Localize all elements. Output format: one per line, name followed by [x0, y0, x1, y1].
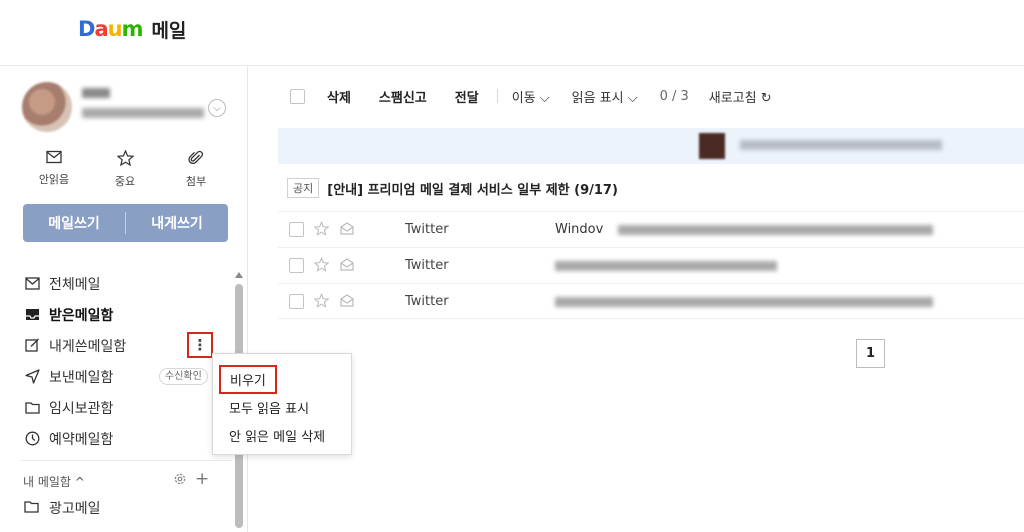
- compose-area: 메일쓰기 내게쓰기: [23, 204, 228, 242]
- sidebar: ⌵ 안읽음 중요 첨부 메일쓰기 내게쓰기 전체메일 받은메일함 내게쓴메일함 …: [0, 66, 248, 532]
- notice-row[interactable]: 공지 [안내] 프리미엄 메일 결제 서비스 일부 제한 (9/17): [287, 176, 618, 200]
- write-mail-button[interactable]: 메일쓰기: [23, 213, 125, 233]
- envelope-icon: [340, 294, 354, 307]
- row-checkbox[interactable]: [289, 258, 304, 273]
- mail-toolbar: 삭제 스팸신고 전달 이동 ⌵ 읽음 표시 ⌵ 0 / 3 새로고침 ↻: [278, 80, 1018, 112]
- folder-context-menu: 비우기 모두 읽음 표시 안 읽은 메일 삭제: [212, 353, 352, 455]
- envelope-icon: [340, 258, 354, 271]
- folder-label: 내게쓴메일함: [49, 338, 127, 355]
- message-subject: Windov: [555, 222, 604, 237]
- send-icon: [24, 369, 40, 385]
- quick-filter-attachment[interactable]: 첨부: [164, 150, 228, 190]
- message-list: Twitter Windov Twitter Twitter: [278, 211, 1024, 319]
- my-mailbox-label: 내 메일함 ^: [23, 474, 85, 489]
- folder-icon: [24, 500, 40, 516]
- envelope-icon: [340, 222, 354, 235]
- subject-blurred: [555, 261, 777, 271]
- folder-inbox[interactable]: 받은메일함: [24, 299, 234, 330]
- scroll-up-arrow-icon[interactable]: [235, 272, 243, 278]
- logo-letter: u: [107, 17, 123, 41]
- message-sender: Twitter: [405, 222, 449, 237]
- menu-item-mark-all-read[interactable]: 모두 읽음 표시: [229, 398, 309, 417]
- chevron-down-icon[interactable]: ⌵: [208, 99, 226, 117]
- quick-filter-label: 첨부: [185, 175, 207, 188]
- edit-icon: [24, 338, 40, 354]
- notice-title: [안내] 프리미엄 메일 결제 서비스 일부 제한 (9/17): [327, 182, 618, 198]
- folder-all-mail[interactable]: 전체메일: [24, 268, 234, 299]
- folder-label: 전체메일: [49, 276, 101, 293]
- folder-more-button[interactable]: ⋮: [187, 332, 213, 358]
- folder-ads[interactable]: 광고메일: [24, 494, 101, 522]
- daum-wordmark: Daum: [78, 17, 144, 41]
- quick-filter-label: 안읽음: [38, 173, 70, 186]
- top-header: Daum 메일: [0, 0, 1024, 66]
- logo-letter: D: [78, 17, 95, 41]
- message-sender: Twitter: [405, 294, 449, 309]
- folder-label: 보낸메일함: [49, 369, 114, 386]
- folder-self-mail[interactable]: 내게쓴메일함 ⋮: [24, 330, 234, 361]
- message-row[interactable]: Twitter: [278, 283, 1024, 319]
- move-dropdown[interactable]: 이동 ⌵: [512, 87, 550, 106]
- quick-filter-unread[interactable]: 안읽음: [22, 150, 86, 190]
- menu-item-empty[interactable]: 비우기: [219, 365, 277, 394]
- forward-button[interactable]: 전달: [455, 87, 479, 106]
- my-mailbox-header[interactable]: 내 메일함 ^ +: [23, 469, 213, 491]
- subject-blurred: [555, 297, 933, 307]
- selection-count: 0 / 3: [659, 88, 689, 104]
- folder-icon: [24, 400, 40, 416]
- spam-report-button[interactable]: 스팸신고: [379, 87, 427, 106]
- mark-read-dropdown[interactable]: 읽음 표시 ⌵: [572, 87, 638, 106]
- delete-button[interactable]: 삭제: [327, 87, 351, 106]
- star-icon: [116, 150, 134, 166]
- banner-thumbnail: [699, 133, 725, 159]
- clock-icon: [24, 431, 40, 447]
- inbox-icon: [24, 307, 40, 323]
- menu-item-delete-unread[interactable]: 안 읽은 메일 삭제: [229, 426, 325, 445]
- quick-filter-label: 중요: [114, 175, 136, 188]
- row-checkbox[interactable]: [289, 294, 304, 309]
- folder-label: 예약메일함: [49, 431, 114, 448]
- gear-icon[interactable]: [173, 472, 187, 486]
- mail-icon: [24, 276, 40, 292]
- star-icon[interactable]: [314, 221, 329, 236]
- folder-label: 받은메일함: [49, 307, 114, 324]
- quick-filter-important[interactable]: 중요: [93, 150, 157, 190]
- star-icon[interactable]: [314, 257, 329, 272]
- profile-area: ⌵: [22, 82, 232, 132]
- refresh-button[interactable]: 새로고침 ↻: [709, 87, 772, 106]
- logo-letter: m: [121, 17, 144, 41]
- folder-list: 전체메일 받은메일함 내게쓴메일함 ⋮ 보낸메일함 수신확인 임시보관함 예약메…: [24, 268, 234, 454]
- select-all-checkbox[interactable]: [290, 88, 305, 104]
- toolbar-divider: [496, 89, 498, 103]
- banner-text-blurred: [740, 140, 942, 150]
- write-to-self-button[interactable]: 내게쓰기: [126, 213, 228, 233]
- sidebar-divider: [20, 460, 232, 461]
- profile-name-blurred: [82, 88, 110, 98]
- read-receipt-badge[interactable]: 수신확인: [159, 368, 208, 385]
- avatar[interactable]: [22, 82, 72, 132]
- profile-email-blurred: [82, 108, 204, 118]
- page-1-button[interactable]: 1: [856, 339, 885, 368]
- row-checkbox[interactable]: [289, 222, 304, 237]
- star-icon[interactable]: [314, 293, 329, 308]
- folder-sent[interactable]: 보낸메일함 수신확인: [24, 361, 234, 392]
- paperclip-icon: [188, 150, 204, 164]
- service-title: 메일: [151, 19, 187, 42]
- add-folder-icon[interactable]: +: [195, 469, 209, 489]
- message-row[interactable]: Twitter: [278, 247, 1024, 283]
- message-row[interactable]: Twitter Windov: [278, 211, 1024, 247]
- message-sender: Twitter: [405, 258, 449, 273]
- logo-letter: a: [94, 17, 108, 41]
- quick-filters: 안읽음 중요 첨부: [22, 150, 228, 190]
- subject-blurred: [618, 225, 933, 235]
- folder-label: 광고메일: [49, 501, 101, 517]
- envelope-icon: [46, 150, 62, 164]
- ad-banner[interactable]: [278, 128, 1024, 164]
- folder-scheduled[interactable]: 예약메일함: [24, 423, 234, 454]
- notice-tag: 공지: [287, 178, 320, 198]
- daum-logo[interactable]: Daum 메일: [78, 17, 187, 42]
- folder-drafts[interactable]: 임시보관함: [24, 392, 234, 423]
- folder-label: 임시보관함: [49, 400, 114, 417]
